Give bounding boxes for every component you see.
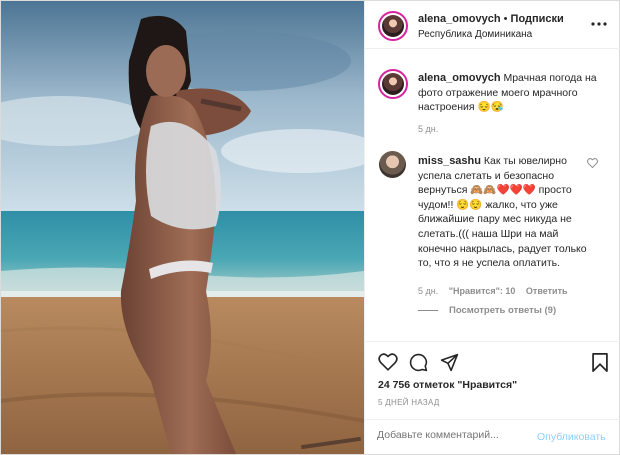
- caption-username[interactable]: alena_omovych: [418, 72, 501, 84]
- bookmark-icon[interactable]: [592, 353, 608, 372]
- post-header: alena_omovych • Подписки Республика Доми…: [365, 1, 620, 49]
- caption-time[interactable]: 5 дн.: [418, 124, 438, 134]
- commenter-avatar[interactable]: [379, 151, 406, 178]
- comment-time[interactable]: 5 дн.: [418, 286, 438, 296]
- comment-meta: 5 дн. "Нравится": 10 Ответить: [418, 286, 568, 296]
- comment-likes[interactable]: "Нравится": 10: [449, 286, 516, 296]
- follow-button[interactable]: Подписки: [511, 13, 564, 25]
- post-sidebar: alena_omovych • Подписки Республика Доми…: [364, 1, 620, 455]
- view-replies-button[interactable]: Посмотреть ответы (9): [449, 305, 556, 316]
- heart-icon[interactable]: [378, 353, 398, 371]
- comment: miss_sashu Как ты ювелирно успела слетат…: [418, 154, 598, 271]
- author-avatar[interactable]: [378, 11, 408, 41]
- comment-icon[interactable]: [409, 353, 428, 372]
- header-line: alena_omovych • Подписки: [418, 13, 564, 25]
- comment-username[interactable]: miss_sashu: [418, 155, 481, 167]
- instagram-post: alena_omovych • Подписки Республика Доми…: [0, 0, 620, 455]
- author-username[interactable]: alena_omovych: [418, 13, 501, 25]
- caption-avatar[interactable]: [378, 69, 408, 99]
- comment-text: Как ты ювелирно успела слетать и безопас…: [418, 155, 587, 270]
- replies-divider: [418, 310, 438, 311]
- caption: alena_omovych Мрачная погода на фото отр…: [418, 71, 608, 115]
- post-photo[interactable]: [1, 1, 364, 454]
- comment-like-heart-icon[interactable]: [587, 158, 598, 168]
- post-date[interactable]: 5 ДНЕЙ НАЗАД: [378, 398, 440, 407]
- beach-photo: [1, 1, 364, 454]
- post-location[interactable]: Республика Доминикана: [418, 29, 532, 40]
- add-comment-bar: Опубликовать: [365, 419, 620, 455]
- reply-button[interactable]: Ответить: [526, 286, 568, 296]
- share-icon[interactable]: [440, 353, 459, 372]
- more-horizontal-icon[interactable]: [591, 21, 607, 27]
- header-separator: •: [503, 13, 508, 25]
- actions-bar: 24 756 отметок "Нравится" 5 ДНЕЙ НАЗАД: [365, 341, 620, 421]
- publish-button[interactable]: Опубликовать: [537, 431, 606, 443]
- comment-input[interactable]: [377, 429, 527, 441]
- likes-count[interactable]: 24 756 отметок "Нравится": [378, 379, 517, 391]
- comments-panel[interactable]: alena_omovych Мрачная погода на фото отр…: [365, 50, 620, 340]
